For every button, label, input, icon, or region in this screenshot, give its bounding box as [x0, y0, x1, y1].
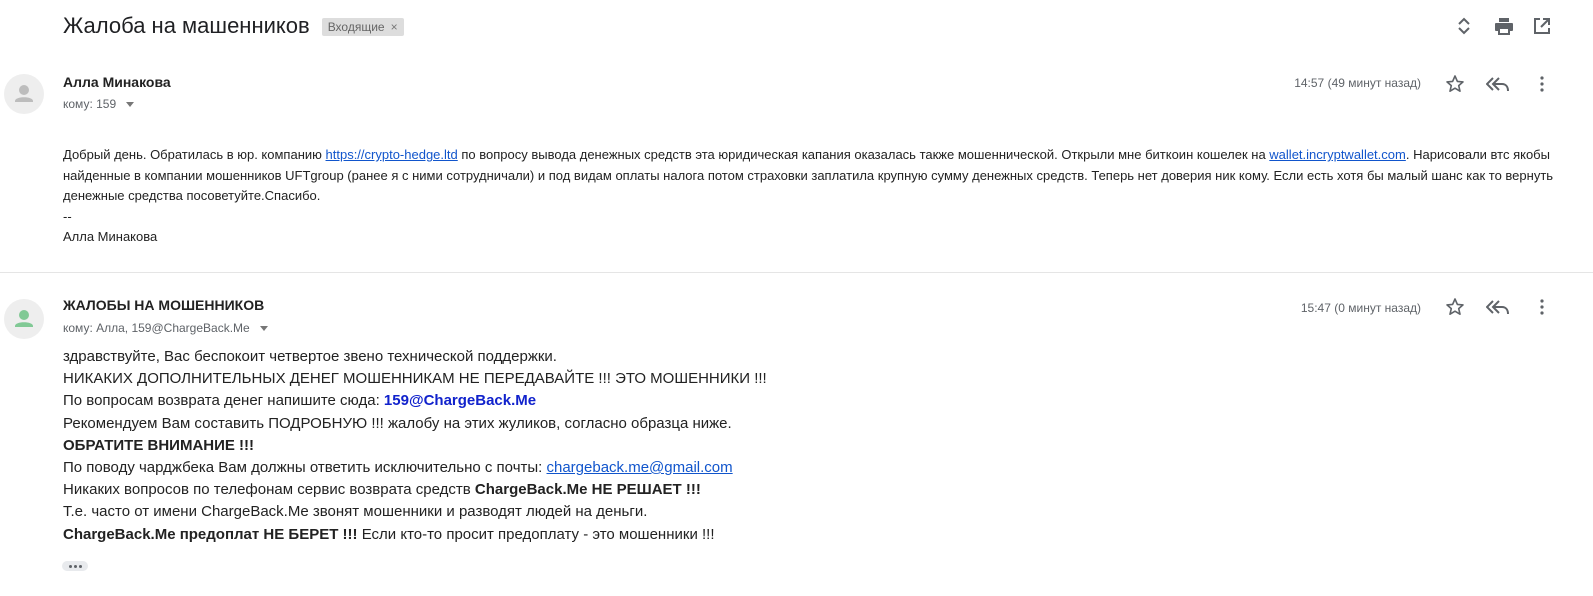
more-options-icon[interactable]: [1530, 295, 1554, 319]
body-text: по вопросу вывода денежных средств эта ю…: [457, 147, 1270, 162]
body-line: НИКАКИХ ДОПОЛНИТЕЛЬНЫХ ДЕНЕГ МОШЕННИКАМ …: [63, 370, 767, 388]
dot: [73, 564, 77, 568]
body-text: Добрый день. Обратилась в юр. компанию: [63, 147, 326, 162]
body-line: Т.е. часто от имени ChargeBack.Me звонят…: [63, 503, 648, 521]
avatar: [4, 299, 44, 339]
message-1: Алла Минакова кому: 159 14:57 (49 минут …: [0, 0, 1593, 272]
more-options-icon[interactable]: [1530, 72, 1554, 96]
body-bold-text: ChargeBack.Me НЕ РЕШАЕТ !!!: [474, 481, 701, 499]
reply-all-icon[interactable]: [1486, 72, 1510, 96]
chargeback-email-link[interactable]: 159@ChargeBack.Me: [384, 392, 536, 409]
show-details-chevron-icon[interactable]: [126, 101, 135, 107]
signature-separator: --: [63, 208, 72, 224]
body-text: Никаких вопросов по телефонам сервис воз…: [63, 481, 475, 499]
signature-name: Алла Минакова: [63, 229, 158, 244]
body-paragraph: Добрый день. Обратилась в юр. компанию h…: [63, 145, 1563, 207]
message-body: Добрый день. Обратилась в юр. компанию h…: [63, 145, 1563, 248]
body-line: ОБРАТИТЕ ВНИМАНИЕ !!!: [63, 436, 255, 454]
message-body: здравствуйте, Вас беспокоит четвертое зв…: [63, 346, 1563, 546]
message-time: 15:47 (0 минут назад): [1300, 301, 1421, 315]
body-line: Рекомендуем Вам составить ПОДРОБНУЮ !!! …: [63, 414, 732, 432]
dot: [78, 564, 82, 568]
sender-name: ЖАЛОБЫ НА МОШЕННИКОВ: [63, 297, 265, 313]
body-line: По поводу чарджбека Вам должны ответить …: [63, 457, 1563, 479]
gmail-link[interactable]: chargeback.me@gmail.com: [547, 459, 733, 476]
wallet-link[interactable]: wallet.incryptwallet.com: [1269, 147, 1406, 162]
body-line: По вопросам возврата денег напишите сюда…: [63, 390, 1563, 412]
star-icon[interactable]: [1443, 72, 1467, 96]
body-line: здравствуйте, Вас беспокоит четвертое зв…: [63, 348, 557, 365]
body-text: Если кто-то просит предоплату - это моше…: [357, 525, 715, 543]
show-trimmed-content-button[interactable]: [62, 561, 88, 571]
avatar: [4, 74, 44, 114]
body-bold-text: ChargeBack.Me предоплат НЕ БЕРЕТ !!!: [63, 525, 358, 543]
show-details-chevron-icon[interactable]: [259, 325, 268, 331]
body-text: .: [1405, 147, 1410, 162]
dot: [68, 564, 72, 568]
body-line: Никаких вопросов по телефонам сервис воз…: [63, 479, 1563, 501]
message-time: 14:57 (49 минут назад): [1294, 76, 1421, 90]
crypto-hedge-link[interactable]: https://crypto-hedge.ltd: [326, 147, 458, 162]
recipients-text: кому: 159: [63, 97, 117, 111]
reply-all-icon[interactable]: [1486, 295, 1510, 319]
body-text: По поводу чарджбека Вам должны ответить …: [63, 459, 547, 477]
recipients-line: кому: 159: [63, 97, 135, 111]
star-icon[interactable]: [1443, 295, 1467, 319]
recipients-text: кому: Алла, 159@ChargeBack.Me: [63, 321, 250, 335]
body-line: ChargeBack.Me предоплат НЕ БЕРЕТ !!! Есл…: [63, 524, 1563, 546]
body-text: По вопросам возврата денег напишите сюда…: [63, 392, 384, 410]
recipients-line: кому: Алла, 159@ChargeBack.Me: [63, 321, 268, 335]
sender-name: Алла Минакова: [63, 74, 171, 90]
